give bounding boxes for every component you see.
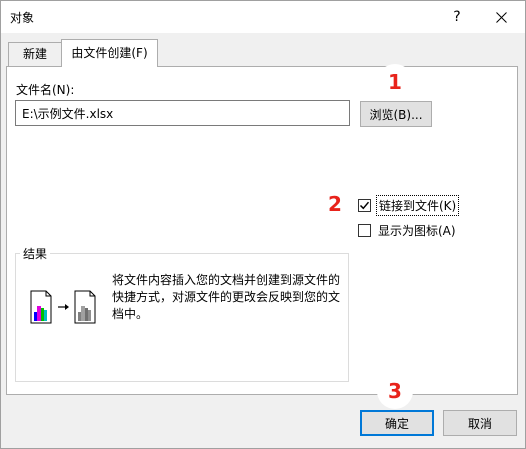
link-to-file-option[interactable]: 链接到文件(K) [358, 194, 460, 216]
linked-file-illustration-icon [30, 290, 96, 324]
title-bar: 对象 ? [1, 1, 525, 33]
link-to-file-label: 链接到文件(K) [376, 194, 460, 216]
checkmark-icon [359, 201, 370, 209]
tab-new[interactable]: 新建(C) [8, 42, 62, 83]
close-button[interactable] [479, 1, 523, 33]
help-icon: ? [453, 9, 461, 25]
step-marker-1: 1 [377, 64, 413, 100]
ok-button-label: 确定 [384, 416, 409, 431]
display-as-icon-checkbox[interactable] [358, 223, 371, 237]
display-as-icon-option[interactable]: 显示为图标(A) [358, 221, 458, 239]
link-to-file-checkbox[interactable] [358, 198, 371, 212]
tab-create-from-file-label: 由文件创建(F) [71, 46, 148, 60]
result-title: 结果 [20, 245, 51, 262]
tab-create-from-file[interactable]: 由文件创建(F) [61, 39, 158, 67]
close-icon [495, 11, 507, 23]
step-marker-3: 3 [377, 373, 413, 409]
filename-label: 文件名(N): [16, 83, 75, 97]
browse-button[interactable]: 浏览(B)... [360, 101, 432, 127]
browse-button-label: 浏览(B)... [369, 107, 423, 122]
cancel-button[interactable]: 取消 [443, 410, 517, 436]
help-button[interactable]: ? [435, 1, 479, 33]
dialog-title: 对象 [10, 11, 35, 25]
step-marker-2: 2 [317, 186, 353, 222]
result-description: 将文件内容插入您的文档并创建到源文件的快捷方式，对源文件的更改会反映到您的文档中… [112, 273, 341, 321]
display-as-icon-label: 显示为图标(A) [378, 223, 456, 238]
cancel-button-label: 取消 [467, 416, 492, 431]
filename-input[interactable] [15, 100, 350, 126]
ok-button[interactable]: 确定 [360, 410, 434, 436]
